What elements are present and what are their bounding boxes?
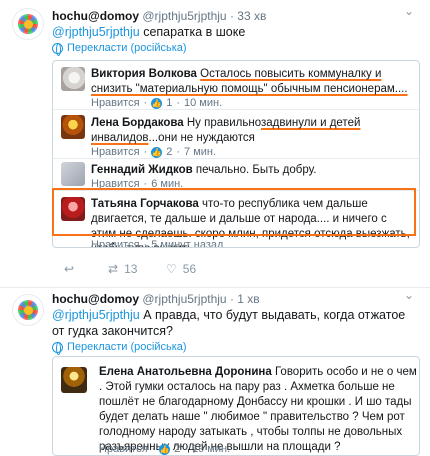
mention-link[interactable]: @rjpthju5rjpthju [52,308,140,322]
tweet-text: @rjpthju5rjpthju А правда, что будут выд… [52,308,406,338]
translate-link[interactable]: Перекласти (російська) [52,341,187,355]
heart-icon: ♡ [166,262,177,276]
tweet-1[interactable]: hochu@domoy @rjpthju5rjpthju · 33 хв ⌄ @… [0,0,430,290]
thumb-up-icon: 👍 [159,443,171,455]
author-handle[interactable]: @rjpthju5rjpthju [142,9,226,23]
tweet-text: @rjpthju5rjpthju сепаратка в шоке [52,25,246,39]
translate-link[interactable]: Перекласти (російська) [52,42,187,56]
tweet-header: hochu@domoy @rjpthju5rjpthju · 33 хв [52,9,267,23]
globe-icon [52,341,63,355]
tweet-actions: ↩ ⇄ 13 ♡ 56 [64,262,226,276]
author-name[interactable]: hochu@domoy [52,292,139,306]
like-link: Нравится [91,239,140,248]
reply-avatar [61,162,85,186]
reply-footer: Нравится · 👍 1 · 10 мин. [91,97,223,109]
reply-button[interactable]: ↩ [64,262,108,276]
reply-avatar [61,67,85,91]
tweet-2[interactable]: hochu@domoy @rjpthju5rjpthju · 1 хв ⌄ @r… [0,288,430,456]
like-link: Нравится [99,443,148,455]
like-button[interactable]: ♡ 56 [166,262,226,276]
retweet-button[interactable]: ⇄ 13 [108,262,166,276]
reply-author: Елена Анатольевна Доронина [99,366,272,378]
author-avatar[interactable] [12,294,44,326]
mention-link[interactable]: @rjpthju5rjpthju [52,25,140,39]
reply-avatar [61,115,85,139]
globe-icon [52,42,63,56]
retweet-icon: ⇄ [108,262,119,276]
quote-reply: Лена Бордакова Ну правильнозадвинули и д… [53,110,419,158]
thumb-up-icon: 👍 [151,146,163,158]
author-name[interactable]: hochu@domoy [52,9,139,23]
thumb-up-icon: 👍 [151,97,163,109]
quote-reply: Елена Анатольевна Доронина Говорить особ… [53,357,419,455]
reply-footer: Нравится · 👍 2 · 19 мин. [99,443,231,455]
like-link: Нравится [91,146,140,158]
author-avatar[interactable] [12,8,44,40]
reply-author: Геннадий Жидков [91,164,193,176]
reply-footer: Нравится · 5 минут назад [91,239,223,248]
reply-author: Виктория Волкова [91,68,197,80]
like-link: Нравится [91,97,140,109]
reply-author: Лена Бордакова [91,117,184,129]
quote-reply: Виктория Волкова Осталось повысить комму… [53,61,419,109]
highlight-box [52,188,416,236]
reply-icon: ↩ [64,262,75,276]
chevron-down-icon[interactable]: ⌄ [404,4,414,18]
tweet-header: hochu@domoy @rjpthju5rjpthju · 1 хв [52,292,260,306]
tweet-time[interactable]: 33 хв [237,9,266,23]
reply-footer: Нравится · 👍 2 · 7 мин. [91,146,217,158]
quote-reply: Геннадий Жидков печально. Быть добру. Нр… [53,159,419,190]
reply-avatar [61,367,87,393]
chevron-down-icon[interactable]: ⌄ [404,288,414,302]
quoted-image[interactable]: Елена Анатольевна Доронина Говорить особ… [52,356,420,456]
tweet-time[interactable]: 1 хв [237,292,259,306]
author-handle[interactable]: @rjpthju5rjpthju [142,292,226,306]
